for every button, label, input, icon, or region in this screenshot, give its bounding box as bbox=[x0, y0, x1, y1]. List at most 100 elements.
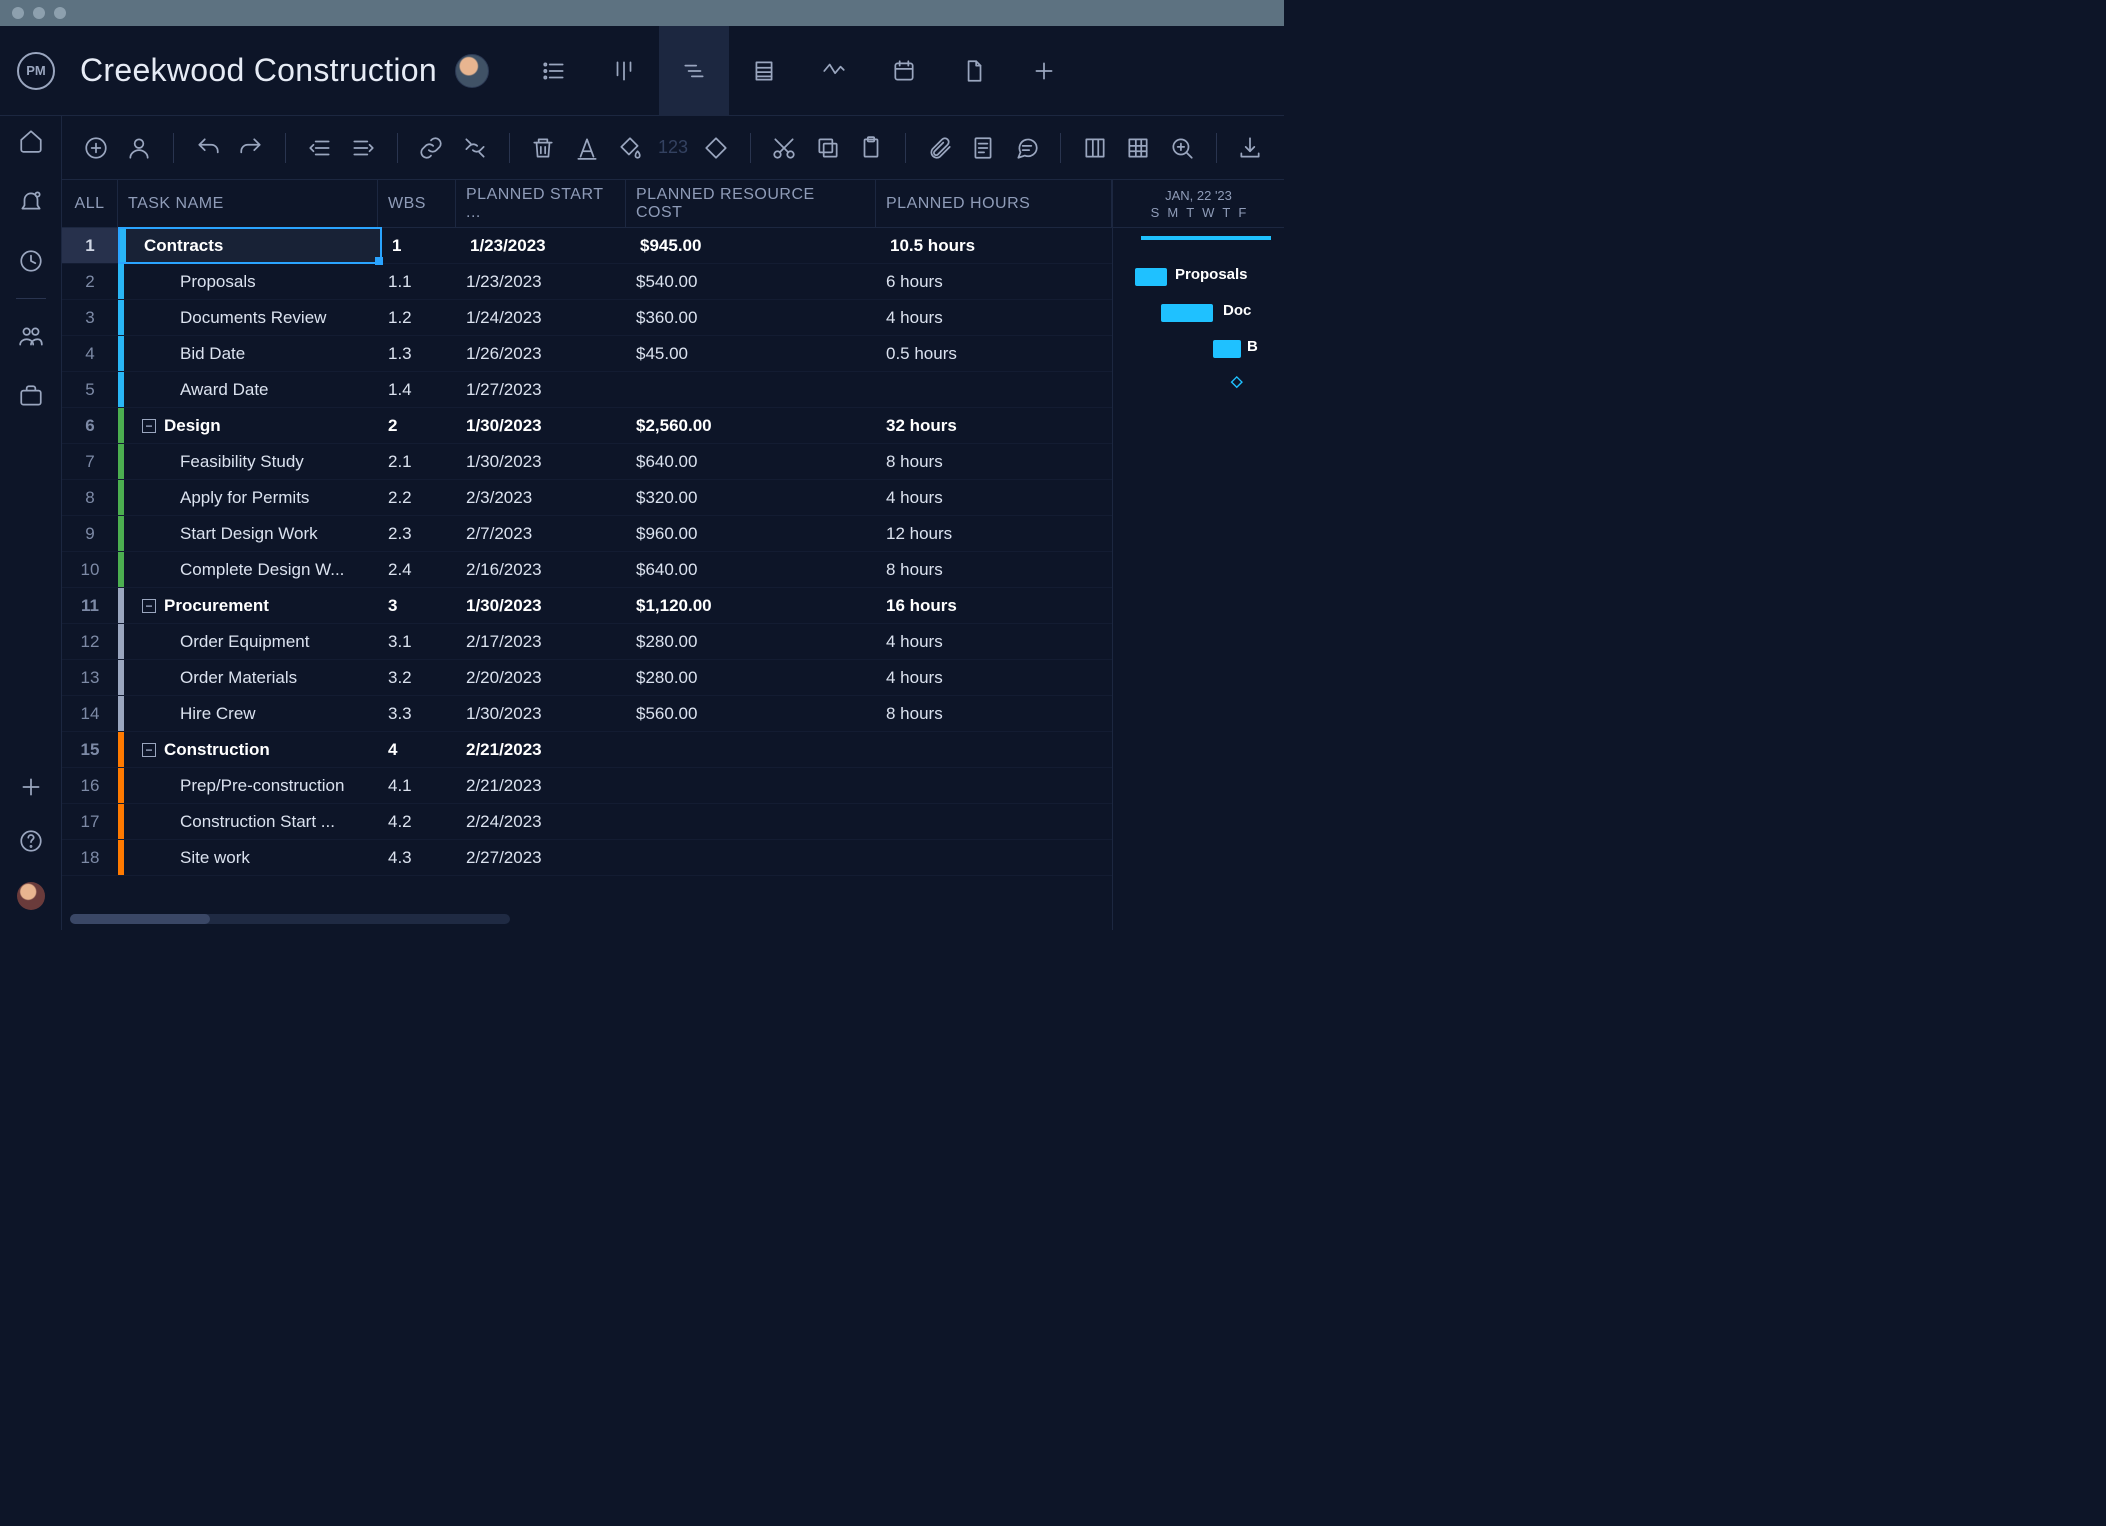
cell-cost[interactable]: $2,560.00 bbox=[626, 408, 876, 443]
column-planned-start[interactable]: PLANNED START ... bbox=[456, 180, 626, 227]
row-number[interactable]: 12 bbox=[62, 624, 118, 659]
table-row[interactable]: 5Award Date1.41/27/2023 bbox=[62, 372, 1112, 408]
task-name-cell[interactable]: Feasibility Study bbox=[118, 444, 378, 479]
table-row[interactable]: 11−Procurement31/30/2023$1,120.0016 hour… bbox=[62, 588, 1112, 624]
cell-hours[interactable] bbox=[876, 840, 1112, 875]
row-number[interactable]: 17 bbox=[62, 804, 118, 839]
cell-cost[interactable] bbox=[626, 804, 876, 839]
task-name-cell[interactable]: −Design bbox=[118, 408, 378, 443]
cell-start[interactable]: 2/3/2023 bbox=[456, 480, 626, 515]
task-name-cell[interactable]: Hire Crew bbox=[118, 696, 378, 731]
row-number[interactable]: 7 bbox=[62, 444, 118, 479]
add-button[interactable] bbox=[18, 774, 44, 800]
cell-cost[interactable]: $280.00 bbox=[626, 624, 876, 659]
row-number[interactable]: 4 bbox=[62, 336, 118, 371]
cell-hours[interactable]: 4 hours bbox=[876, 624, 1112, 659]
table-row[interactable]: 4Bid Date1.31/26/2023$45.000.5 hours bbox=[62, 336, 1112, 372]
table-row[interactable]: 13Order Materials3.22/20/2023$280.004 ho… bbox=[62, 660, 1112, 696]
cell-cost[interactable]: $45.00 bbox=[626, 336, 876, 371]
cell-wbs[interactable]: 4 bbox=[378, 732, 456, 767]
cell-wbs[interactable]: 2.3 bbox=[378, 516, 456, 551]
gantt-view-tab[interactable] bbox=[659, 26, 729, 115]
row-number[interactable]: 18 bbox=[62, 840, 118, 875]
project-owner-avatar[interactable] bbox=[455, 54, 489, 88]
attach-button[interactable] bbox=[924, 131, 955, 165]
cell-hours[interactable]: 6 hours bbox=[876, 264, 1112, 299]
cell-cost[interactable]: $1,120.00 bbox=[626, 588, 876, 623]
cell-cost[interactable]: $560.00 bbox=[626, 696, 876, 731]
table-row[interactable]: 15−Construction42/21/2023 bbox=[62, 732, 1112, 768]
maximize-window-icon[interactable] bbox=[54, 7, 66, 19]
cell-hours[interactable] bbox=[876, 768, 1112, 803]
cell-start[interactable]: 1/23/2023 bbox=[456, 264, 626, 299]
task-name-cell[interactable]: Bid Date bbox=[118, 336, 378, 371]
table-row[interactable]: 10Complete Design W...2.42/16/2023$640.0… bbox=[62, 552, 1112, 588]
cell-hours[interactable]: 4 hours bbox=[876, 480, 1112, 515]
cell-wbs[interactable]: 3 bbox=[378, 588, 456, 623]
cell-cost[interactable] bbox=[626, 732, 876, 767]
indent-button[interactable] bbox=[347, 131, 378, 165]
cell-start[interactable]: 2/20/2023 bbox=[456, 660, 626, 695]
column-task-name[interactable]: TASK NAME bbox=[118, 180, 378, 227]
home-icon[interactable] bbox=[18, 128, 44, 154]
horizontal-scrollbar[interactable] bbox=[70, 914, 510, 924]
row-number[interactable]: 2 bbox=[62, 264, 118, 299]
cell-cost[interactable]: $280.00 bbox=[626, 660, 876, 695]
table-row[interactable]: 8Apply for Permits2.22/3/2023$320.004 ho… bbox=[62, 480, 1112, 516]
task-name-cell[interactable]: −Procurement bbox=[118, 588, 378, 623]
column-wbs[interactable]: WBS bbox=[378, 180, 456, 227]
team-icon[interactable] bbox=[18, 323, 44, 349]
gantt-milestone-icon[interactable]: ◇ bbox=[1231, 372, 1243, 390]
calendar-view-tab[interactable] bbox=[869, 26, 939, 115]
cell-hours[interactable] bbox=[876, 372, 1112, 407]
sheet-view-tab[interactable] bbox=[729, 26, 799, 115]
cell-hours[interactable]: 4 hours bbox=[876, 660, 1112, 695]
cell-wbs[interactable]: 3.3 bbox=[378, 696, 456, 731]
collapse-toggle[interactable]: − bbox=[142, 599, 156, 613]
cell-wbs[interactable]: 1.3 bbox=[378, 336, 456, 371]
cell-hours[interactable]: 16 hours bbox=[876, 588, 1112, 623]
zoom-button[interactable] bbox=[1166, 131, 1197, 165]
undo-button[interactable] bbox=[192, 131, 223, 165]
cell-wbs[interactable]: 1.4 bbox=[378, 372, 456, 407]
assign-button[interactable] bbox=[123, 131, 154, 165]
minimize-window-icon[interactable] bbox=[33, 7, 45, 19]
dashboard-view-tab[interactable] bbox=[799, 26, 869, 115]
fill-color-button[interactable] bbox=[615, 131, 646, 165]
user-avatar[interactable] bbox=[17, 882, 45, 910]
cell-wbs[interactable]: 4.1 bbox=[378, 768, 456, 803]
task-name-cell[interactable]: Prep/Pre-construction bbox=[118, 768, 378, 803]
notes-button[interactable] bbox=[967, 131, 998, 165]
cell-start[interactable]: 2/17/2023 bbox=[456, 624, 626, 659]
delete-button[interactable] bbox=[528, 131, 559, 165]
cell-wbs[interactable]: 2.2 bbox=[378, 480, 456, 515]
row-number[interactable]: 11 bbox=[62, 588, 118, 623]
copy-button[interactable] bbox=[812, 131, 843, 165]
cell-wbs[interactable]: 2.1 bbox=[378, 444, 456, 479]
cell-wbs[interactable]: 4.2 bbox=[378, 804, 456, 839]
cell-start[interactable]: 2/16/2023 bbox=[456, 552, 626, 587]
cell-cost[interactable]: $960.00 bbox=[626, 516, 876, 551]
list-view-tab[interactable] bbox=[519, 26, 589, 115]
table-row[interactable]: 14Hire Crew3.31/30/2023$560.008 hours bbox=[62, 696, 1112, 732]
unlink-button[interactable] bbox=[459, 131, 490, 165]
cell-cost[interactable] bbox=[626, 840, 876, 875]
table-row[interactable]: 1Contracts11/23/2023$945.0010.5 hours bbox=[62, 228, 1112, 264]
task-name-cell[interactable]: −Construction bbox=[118, 732, 378, 767]
row-number[interactable]: 13 bbox=[62, 660, 118, 695]
row-number[interactable]: 9 bbox=[62, 516, 118, 551]
cell-start[interactable]: 1/30/2023 bbox=[456, 696, 626, 731]
text-style-button[interactable] bbox=[571, 131, 602, 165]
cell-wbs[interactable]: 3.2 bbox=[378, 660, 456, 695]
cell-wbs[interactable]: 3.1 bbox=[378, 624, 456, 659]
task-name-cell[interactable]: Award Date bbox=[118, 372, 378, 407]
comments-button[interactable] bbox=[1011, 131, 1042, 165]
row-number[interactable]: 8 bbox=[62, 480, 118, 515]
row-number[interactable]: 5 bbox=[62, 372, 118, 407]
gantt-bar[interactable] bbox=[1161, 304, 1213, 322]
redo-button[interactable] bbox=[235, 131, 266, 165]
cell-cost[interactable] bbox=[626, 372, 876, 407]
row-number[interactable]: 14 bbox=[62, 696, 118, 731]
cell-start[interactable]: 2/27/2023 bbox=[456, 840, 626, 875]
recent-icon[interactable] bbox=[18, 248, 44, 274]
